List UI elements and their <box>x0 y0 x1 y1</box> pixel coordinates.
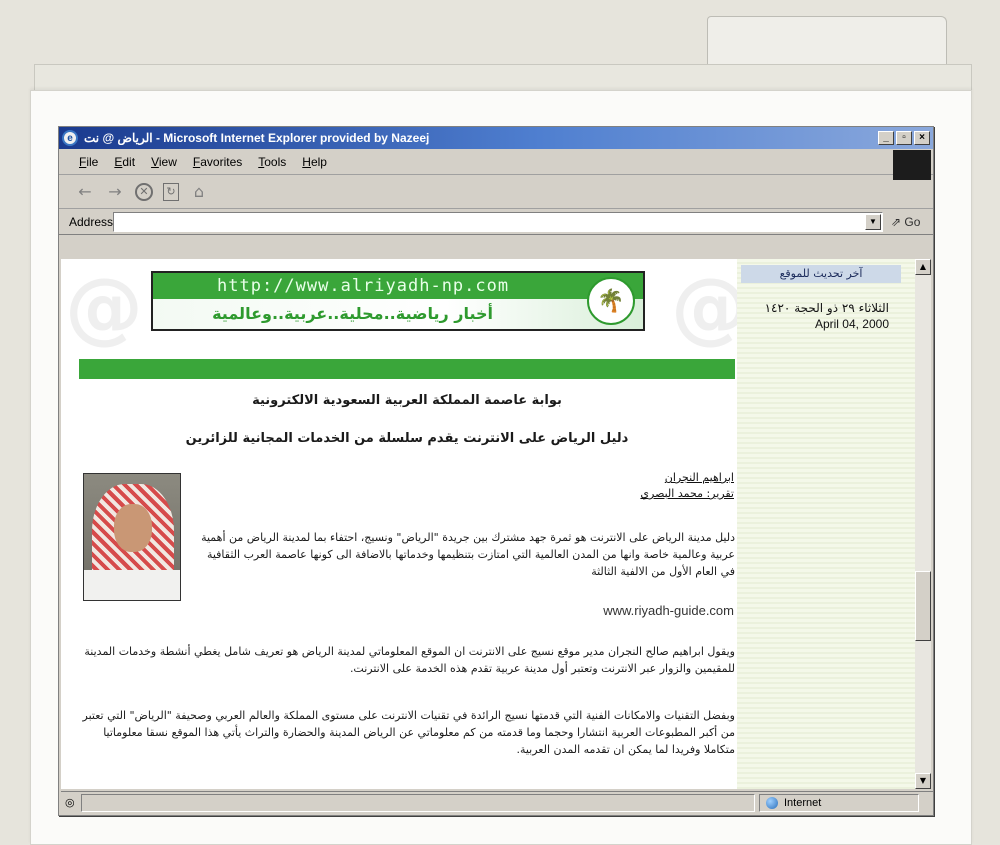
page-status-icon: ◎ <box>65 797 75 809</box>
headline-main: بوابة عاصمة المملكة العربية السعودية الا… <box>252 393 562 408</box>
browser-window: e الرياض @ نت - Microsoft Internet Explo… <box>58 126 934 816</box>
address-dropdown-icon[interactable]: ▼ <box>865 213 881 230</box>
menu-file[interactable]: File <box>79 155 98 169</box>
palm-logo-icon: 🌴 <box>587 277 635 325</box>
security-zone: Internet <box>759 793 919 812</box>
refresh-icon[interactable]: ↻ <box>163 182 179 201</box>
menu-bar: File Edit View Favorites Tools Help <box>59 149 933 180</box>
byline-name[interactable]: ابراهيم النجران <box>665 471 734 484</box>
throbber-logo <box>893 150 931 180</box>
minimize-button[interactable]: _ <box>878 131 894 145</box>
menu-favorites[interactable]: Favorites <box>193 155 242 169</box>
window-controls: _ ▫ × <box>878 131 930 145</box>
photo-face <box>114 504 152 552</box>
status-text <box>81 793 755 812</box>
window-title: الرياض @ نت - Microsoft Internet Explore… <box>84 131 430 145</box>
menu-edit[interactable]: Edit <box>114 155 135 169</box>
site-banner[interactable]: http://www.alriyadh-np.com أخبار رياضية.… <box>151 271 645 331</box>
menu-view[interactable]: View <box>151 155 177 169</box>
last-update-date: April 04, 2000 <box>814 317 889 331</box>
byline-reporter[interactable]: تقرير: محمد البصري <box>640 487 734 500</box>
forward-arrow-icon[interactable]: → <box>105 182 125 202</box>
photo-thobe <box>84 570 180 600</box>
address-input[interactable]: ▼ <box>113 211 883 232</box>
status-bar: ◎ Internet <box>61 791 933 813</box>
article-paragraph-1: دليل مدينة الرياض على الانترنت هو ثمرة ج… <box>201 531 735 578</box>
home-icon[interactable]: ⌂ <box>189 182 209 202</box>
author-photo <box>83 473 181 601</box>
restore-button[interactable]: ▫ <box>896 131 912 145</box>
last-update-date-hijri: الثلاثاء ٢٩ ذو الحجة ١٤٢٠ <box>764 301 889 315</box>
menu-tools[interactable]: Tools <box>258 155 286 169</box>
go-label: Go <box>904 214 921 229</box>
toolbar: ← → ✕ ↻ ⌂ <box>59 175 933 209</box>
back-arrow-icon[interactable]: ← <box>75 182 95 202</box>
article-paragraph-2: ويقول ابراهيم صالح النجران مدير موقع نسي… <box>84 645 735 675</box>
last-update-heading: آخر تحديث للموقع <box>741 265 901 283</box>
scroll-thumb[interactable] <box>915 571 931 641</box>
menu-help[interactable]: Help <box>302 155 327 169</box>
stop-icon[interactable]: ✕ <box>135 182 153 201</box>
scroll-down-icon[interactable]: ▼ <box>915 773 931 789</box>
zone-label: Internet <box>784 796 822 809</box>
scroll-up-icon[interactable]: ▲ <box>915 259 931 275</box>
go-arrow-icon: ⇗ <box>891 214 902 229</box>
page-viewport: @ @ http://www.alriyadh-np.com أخبار ريا… <box>61 259 916 789</box>
headline-sub: دليل الرياض على الانترنت يقدم سلسلة من ا… <box>185 431 629 446</box>
vertical-scrollbar[interactable]: ▲ ▼ <box>915 259 931 789</box>
close-button[interactable]: × <box>914 131 930 145</box>
sidebar: آخر تحديث للموقع الثلاثاء ٢٩ ذو الحجة ١٤… <box>737 259 916 789</box>
banner-url: http://www.alriyadh-np.com <box>153 273 643 299</box>
at-watermark-icon: @ <box>65 263 143 353</box>
address-label: Address <box>69 214 114 229</box>
ie-icon: e <box>62 130 78 146</box>
go-button[interactable]: ⇗ Go <box>883 215 929 229</box>
article-paragraph-3: وبفضل التقنيات والامكانات الفنية التي قد… <box>82 709 735 756</box>
title-bar: e الرياض @ نت - Microsoft Internet Explo… <box>59 127 933 149</box>
address-bar: Address ▼ ⇗ Go <box>59 209 933 235</box>
banner-tagline: أخبار رياضية..محلية..عربية..وعالمية <box>153 299 643 329</box>
globe-icon <box>766 796 778 809</box>
section-divider <box>79 359 735 379</box>
site-url-link[interactable]: www.riyadh-guide.com <box>603 603 734 618</box>
